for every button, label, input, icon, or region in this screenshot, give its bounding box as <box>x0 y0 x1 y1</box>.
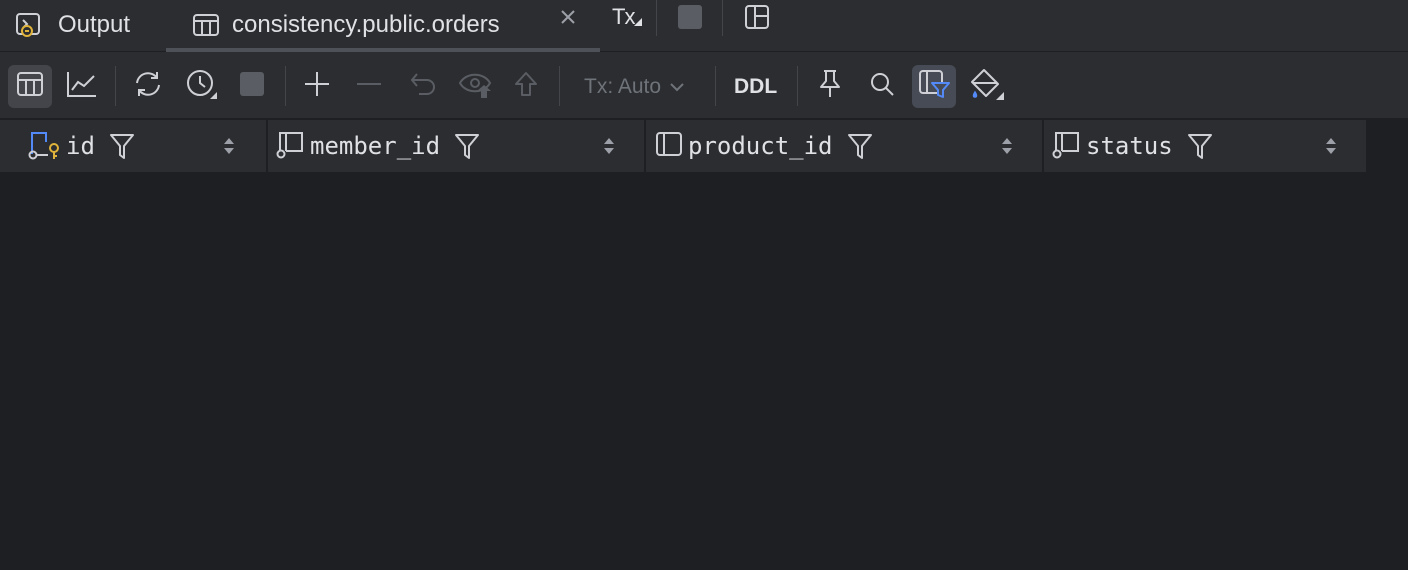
history-button[interactable] <box>180 65 224 108</box>
column-divider[interactable] <box>266 120 268 172</box>
tab-tx-label: Tx <box>612 4 635 29</box>
tab-output-label: Output <box>58 11 131 38</box>
column-name: status <box>1086 132 1173 160</box>
submit-button[interactable] <box>506 65 546 108</box>
plus-icon <box>303 70 331 103</box>
sort-toggle-icon[interactable] <box>1324 120 1338 172</box>
layout-toggle-button[interactable] <box>744 0 770 34</box>
tab-tx[interactable]: Tx <box>612 0 643 34</box>
column-name: id <box>66 132 95 160</box>
column-filter-icon[interactable] <box>1187 132 1213 160</box>
chevron-down-icon <box>670 83 684 92</box>
tab-output[interactable]: Output <box>14 0 130 50</box>
search-button[interactable] <box>862 65 902 108</box>
column-icon <box>276 129 306 164</box>
undo-icon <box>409 70 437 103</box>
tab-separator <box>722 0 723 36</box>
preview-pending-button[interactable] <box>454 65 498 108</box>
column-header-id[interactable]: id <box>28 120 266 172</box>
tab-orders-table[interactable]: consistency.public.orders <box>166 0 600 52</box>
result-grid-body[interactable] <box>0 172 1408 570</box>
dropdown-corner-icon <box>634 18 643 26</box>
column-icon <box>654 129 684 164</box>
stop-query-button[interactable] <box>232 65 272 108</box>
sort-toggle-icon[interactable] <box>1000 120 1014 172</box>
chart-view-button[interactable] <box>62 65 102 108</box>
delete-row-button[interactable] <box>348 65 390 108</box>
ddl-label: DDL <box>734 75 778 98</box>
result-grid-header: id member_id product_id status <box>0 120 1366 172</box>
search-icon <box>868 70 896 103</box>
minus-icon <box>355 70 383 103</box>
column-divider[interactable] <box>644 120 646 172</box>
transaction-mode-dropdown[interactable]: Tx: Auto <box>584 72 685 102</box>
column-header-product-id[interactable]: product_id <box>654 120 1040 172</box>
refresh-button[interactable] <box>126 65 170 108</box>
primary-key-column-icon <box>28 128 62 165</box>
column-filter-icon[interactable] <box>847 132 873 160</box>
data-editor-toolbar: Tx: Auto DDL <box>0 52 1408 119</box>
stop-square-icon <box>240 72 264 101</box>
pin-tab-button[interactable] <box>810 65 850 108</box>
column-filter-icon[interactable] <box>109 132 135 160</box>
eye-upload-icon <box>458 69 494 104</box>
sort-toggle-icon[interactable] <box>222 120 236 172</box>
column-header-status[interactable]: status <box>1052 120 1364 172</box>
color-rows-button[interactable] <box>966 65 1008 108</box>
pin-icon <box>817 69 843 104</box>
close-tab-icon[interactable] <box>556 0 580 34</box>
toolbar-separator <box>559 66 560 106</box>
stop-session-button[interactable] <box>678 0 702 34</box>
column-name: product_id <box>688 132 833 160</box>
column-divider[interactable] <box>1042 120 1044 172</box>
column-header-member-id[interactable]: member_id <box>276 120 642 172</box>
toolbar-separator <box>797 66 798 106</box>
revert-button[interactable] <box>402 65 444 108</box>
tab-orders-label: consistency.public.orders <box>232 11 500 38</box>
paint-bucket-icon <box>968 66 1006 107</box>
toolbar-separator <box>715 66 716 106</box>
output-console-icon <box>14 10 44 40</box>
table-view-icon <box>16 71 44 102</box>
tab-separator <box>656 0 657 36</box>
ddl-button[interactable]: DDL <box>734 72 777 102</box>
clock-icon <box>185 68 219 105</box>
column-filter-icon[interactable] <box>454 132 480 160</box>
toolbar-separator <box>285 66 286 106</box>
layout-split-icon <box>744 4 770 30</box>
column-name: member_id <box>310 132 441 160</box>
chart-line-icon <box>66 70 98 103</box>
table-filter-icon <box>917 68 951 105</box>
arrow-up-icon <box>512 70 540 103</box>
editor-tab-bar: Output consistency.public.orders Tx <box>0 0 1408 52</box>
refresh-icon <box>132 69 164 104</box>
filter-toggle-button[interactable] <box>912 65 956 108</box>
stop-icon <box>678 5 702 29</box>
sort-toggle-icon[interactable] <box>602 120 616 172</box>
table-view-button[interactable] <box>8 65 52 108</box>
toolbar-separator <box>115 66 116 106</box>
add-row-button[interactable] <box>296 65 338 108</box>
column-icon <box>1052 129 1082 164</box>
transaction-mode-label: Tx: Auto <box>584 75 662 98</box>
table-icon <box>192 11 220 39</box>
